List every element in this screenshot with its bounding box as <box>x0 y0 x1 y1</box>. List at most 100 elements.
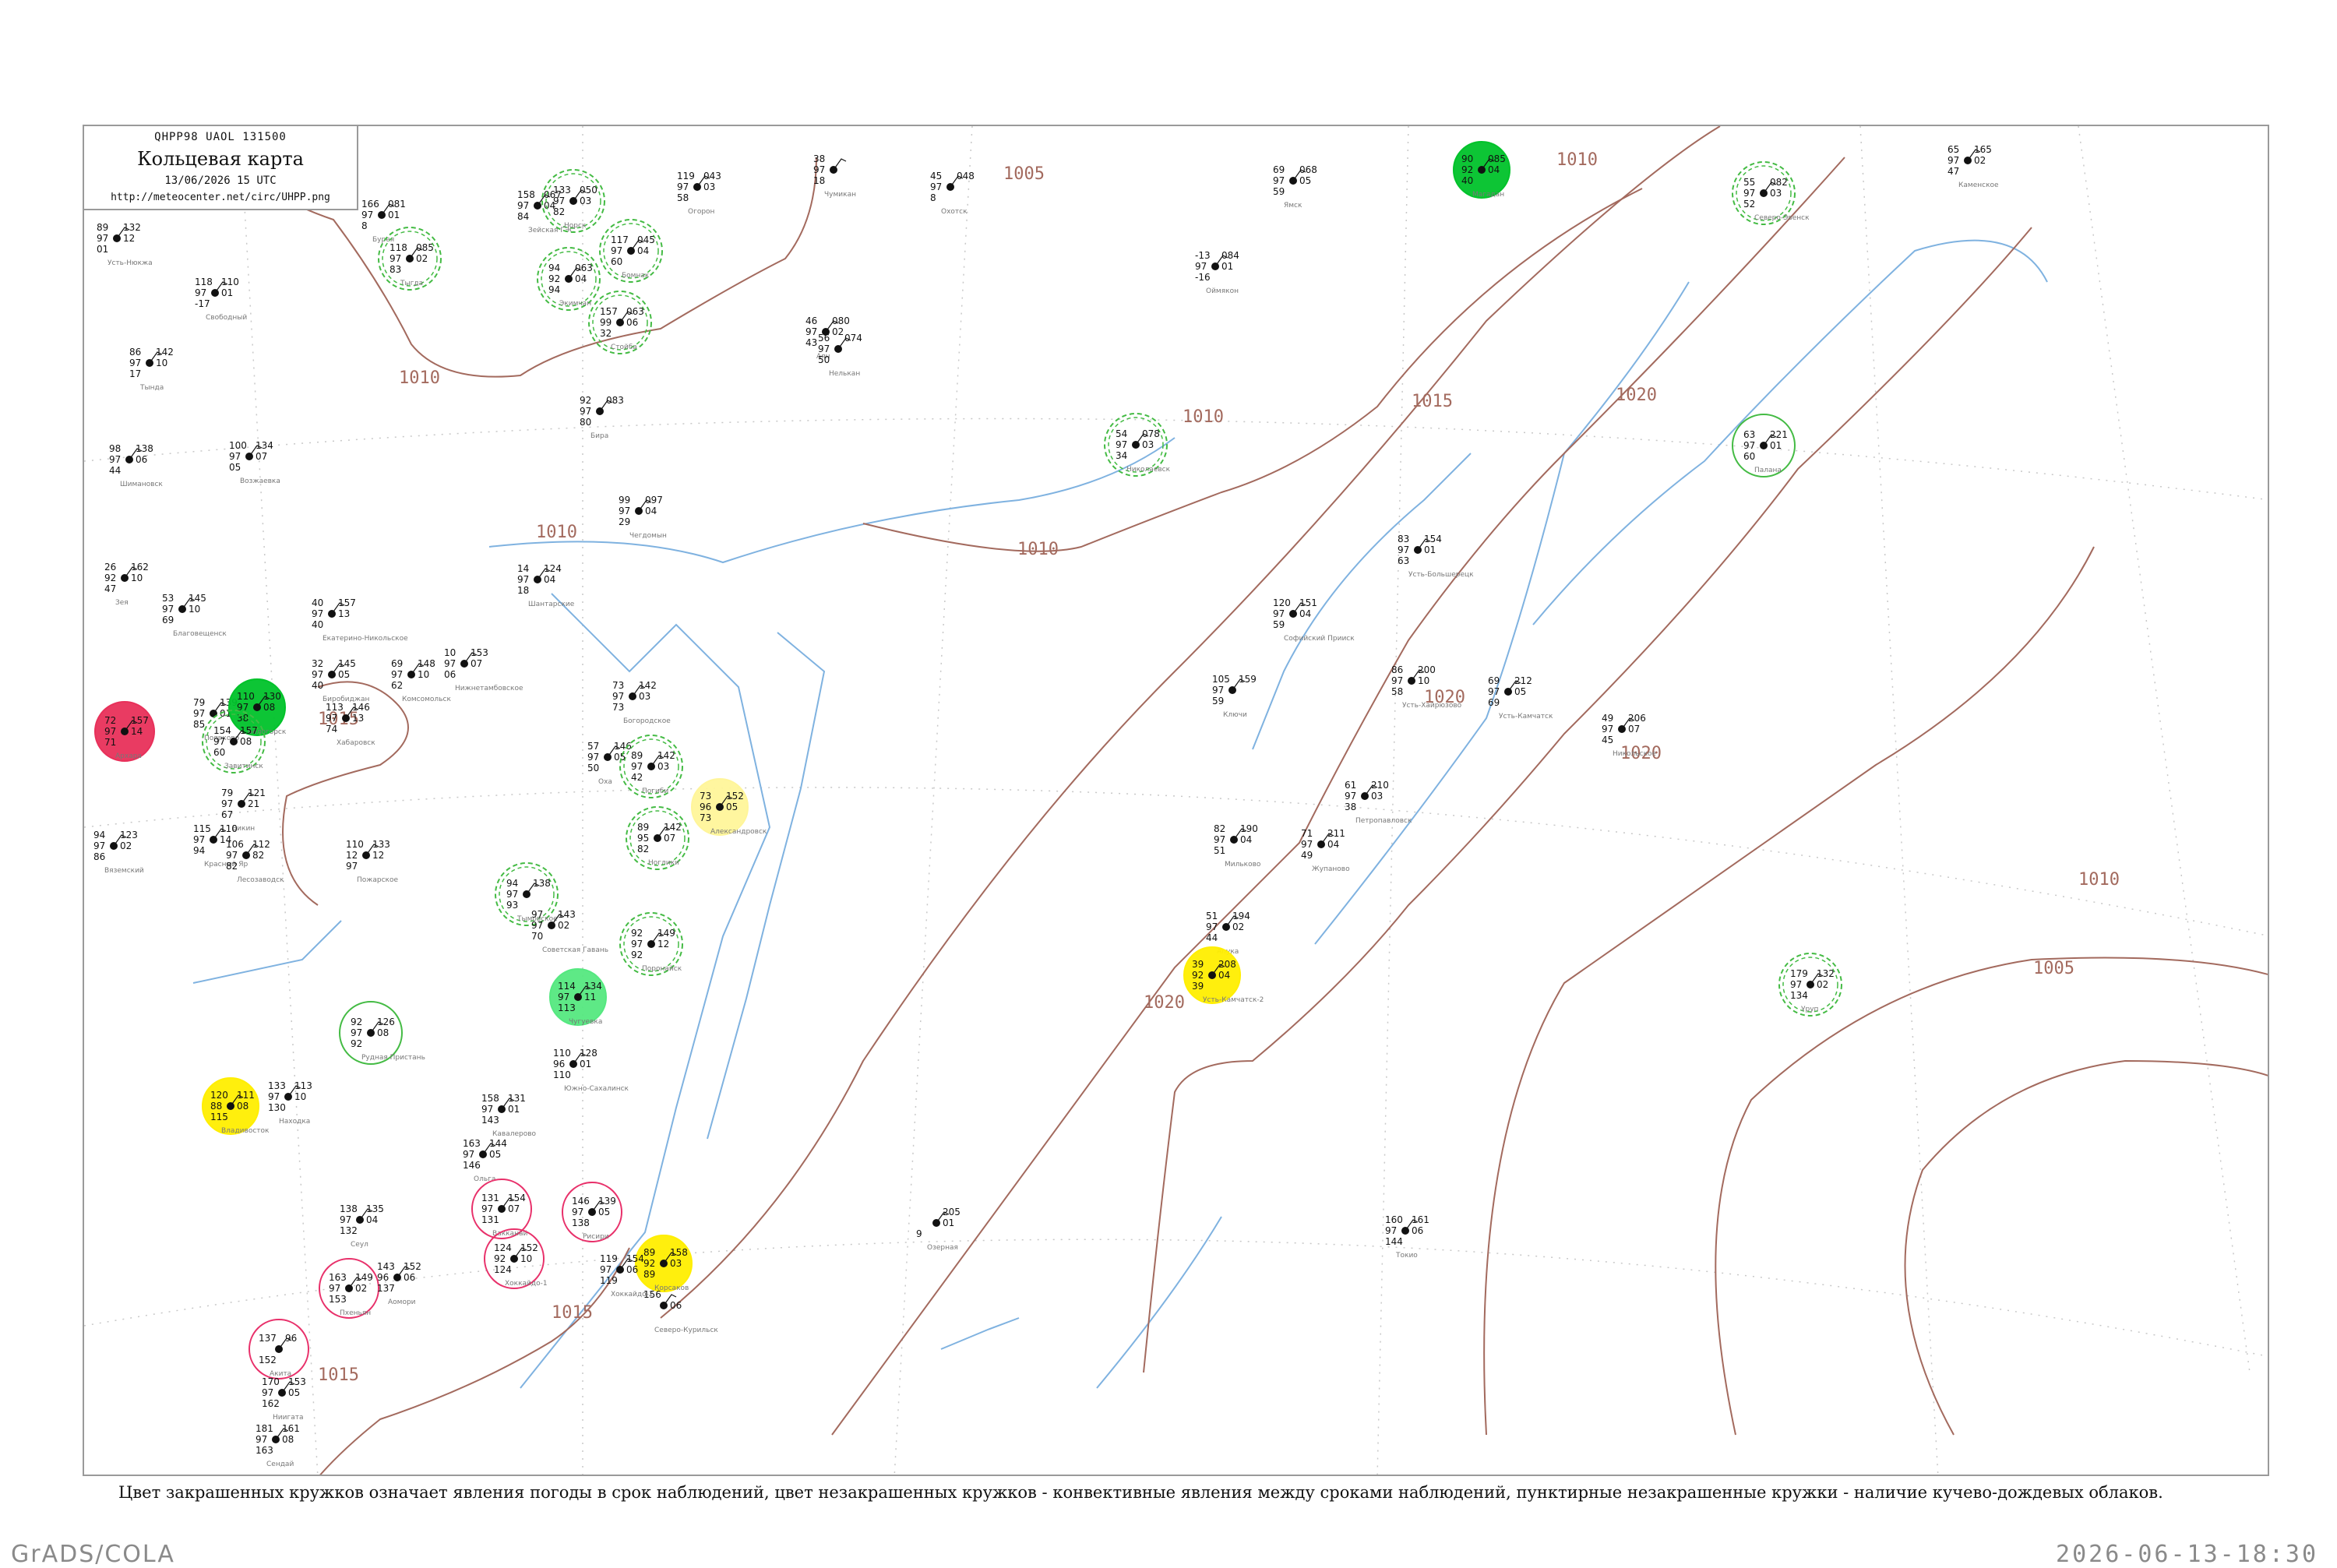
dewpoint-value: 94 <box>193 845 205 856</box>
render-timestamp: 2026-06-13-18:30 <box>2056 1541 2318 1568</box>
station-plot[interactable]: 110 13312 1297Пожарское <box>346 839 399 884</box>
station-plot[interactable]: 138 135 97 04 132 Сеул <box>340 1203 384 1249</box>
dewpoint-value: 47 <box>104 583 116 594</box>
visibility-value: 12 <box>346 850 358 861</box>
station-plot[interactable]: 57 14697 0550Оха <box>587 741 632 786</box>
station-plot[interactable]: 45 048 978 Охотск <box>930 171 975 216</box>
visibility-value: 97 <box>93 840 105 851</box>
station-layer[interactable]: 89 13297 1201Усть-Нюкжа 166 08197 018Бурея 118… <box>93 141 1999 1468</box>
visibility-value: 97 <box>1398 544 1409 555</box>
station-plot[interactable]: 158 131 97 01 143 Кавалерово <box>481 1093 537 1138</box>
dewpoint-value: 152 <box>259 1355 277 1365</box>
station-plot[interactable]: 146 139 97 05 138 Рисири <box>562 1182 622 1242</box>
station-plot[interactable]: 106 11297 8282Лесозаводск <box>226 839 284 884</box>
station-plot[interactable]: 157 063 99 06 32 Стойба <box>588 291 652 354</box>
station-plot[interactable]: 98 138 97 06 44 Шимановск <box>109 443 163 488</box>
station-plot[interactable]: 71 211 97 04 49 Жупаново <box>1301 828 1350 873</box>
station-plot[interactable]: 105 159 9759 Ключи <box>1212 674 1257 719</box>
station-plot[interactable]: 100 134 97 07 05 Возжаевка <box>229 440 280 485</box>
station-plot[interactable]: 94 123 97 02 86 Вяземский <box>93 830 144 875</box>
station-name: Ноглики <box>648 859 679 867</box>
station-plot[interactable]: 163 144 97 05 146 Ольга <box>463 1138 507 1183</box>
station-plot[interactable]: 56 074 9750 Нелькан <box>818 333 862 378</box>
station-plot[interactable]: 160 161 97 06 144 Токио <box>1385 1214 1429 1260</box>
station-plot[interactable]: 94 063 92 04 94 Экимчан <box>537 247 601 311</box>
station-plot[interactable]: 39 208 92 04 39 Усть-Камчатск-2 <box>1183 946 1264 1004</box>
temperature-value: 115 <box>193 823 211 834</box>
station-plot[interactable]: 54 078 97 03 34 Николаевск <box>1104 413 1171 477</box>
pressure-value: 149 <box>355 1272 373 1283</box>
station-plot[interactable]: 137 96152Акита <box>249 1319 309 1379</box>
station-plot[interactable]: 32 14597 0540Биробиджан <box>312 658 369 703</box>
dewpoint-value: 60 <box>1743 451 1755 462</box>
station-plot[interactable]: 82 190 97 04 51Мильково <box>1214 823 1261 869</box>
station-plot[interactable]: 15606Северо-Курильск <box>643 1289 718 1334</box>
station-plot[interactable]: 90 085 92 04 40 Магадан <box>1453 141 1510 199</box>
station-plot[interactable]: 119 043 97 03 58 Огорон <box>677 171 721 216</box>
station-plot[interactable]: 89 132 97 12 01Усть-Нюкжа <box>97 222 153 267</box>
tendency-value: 12 <box>657 939 669 950</box>
map-canvas[interactable]: 1005 1010 1010 1010 1010 1010 1015 1015 … <box>84 126 2269 1476</box>
station-plot[interactable]: 26 162 92 10 47 Зея <box>104 562 149 607</box>
station-plot[interactable]: 94 1389793Тымовское <box>495 862 559 926</box>
station-plot[interactable]: 163 149 97 02 153 Пхеньян <box>319 1258 379 1319</box>
visibility-value: 97 <box>600 1264 612 1275</box>
station-plot[interactable]: 40 15797 1340Екатерино-Никольское <box>312 597 408 643</box>
station-plot[interactable]: 110 13097 0838Белогорск <box>228 678 287 736</box>
station-plot[interactable]: 86 200 97 10 58 Усть-Хайрюзово <box>1391 664 1462 710</box>
station-plot[interactable]: 72 157 97 14 71 Архара <box>94 701 155 762</box>
station-plot[interactable]: 99 097 97 04 29 Чегдомын <box>619 495 667 540</box>
station-plot[interactable]: 20501 9 Озерная <box>916 1207 961 1252</box>
station-plot[interactable]: 114 134 97 11 113 Чугуевка <box>549 968 607 1026</box>
tendency-value: 05 <box>1514 686 1526 697</box>
station-plot[interactable]: 92 083 9780 Бира <box>580 395 624 440</box>
tendency-value: 02 <box>832 326 844 337</box>
station-plot[interactable]: 73 142 97 03 73 Богородское <box>612 680 671 725</box>
temperature-value: 38 <box>813 153 825 164</box>
station-plot[interactable]: 170 153 97 05 162 Ниигата <box>262 1376 306 1422</box>
station-plot[interactable]: 69 148 97 10 62 Комсомольск <box>391 658 451 703</box>
source-url[interactable]: http://meteocenter.net/circ/UHPP.png <box>84 192 357 203</box>
station-name: Рисири <box>583 1233 609 1241</box>
station-name: Стойба <box>611 344 637 351</box>
station-plot[interactable]: 133 113 97 10 130 Находка <box>268 1080 312 1126</box>
temperature-value: 131 <box>481 1193 499 1203</box>
station-plot[interactable]: -13 084 97 01 -16 Оймякон <box>1195 250 1239 295</box>
station-plot[interactable]: 73 152 96 05 73 Александровск <box>691 778 767 836</box>
pressure-value: 148 <box>418 658 435 669</box>
station-plot[interactable]: 181 161 97 08 163 Сендай <box>256 1423 300 1468</box>
dewpoint-value: 69 <box>1488 697 1500 708</box>
station-plot[interactable]: 120 111 88 08 115 Владивосток <box>202 1077 270 1135</box>
station-plot[interactable]: 69 212 97 05 69 Усть-Камчатск <box>1488 675 1553 721</box>
station-plot[interactable]: 92 126 97 08 92 Рудная Пристань <box>339 1001 425 1065</box>
station-plot[interactable]: 69 068 97 05 59 Ямск <box>1273 164 1317 210</box>
station-plot[interactable]: 49 206 97 07 45Никольское <box>1602 713 1657 758</box>
pressure-value: 190 <box>1240 823 1258 834</box>
station-plot[interactable]: 97 143 97 02 70 Советская Гавань <box>531 909 608 954</box>
station-plot[interactable]: 63 221 97 01 60 Палана <box>1732 414 1796 477</box>
station-plot[interactable]: 124 152 92 10 124 Хоккайдо-1 <box>484 1228 548 1289</box>
pressure-value: 151 <box>1299 597 1317 608</box>
station-plot[interactable]: 10 153 97 07 06 Нижнетамбовское <box>444 647 523 692</box>
station-plot[interactable]: 117 045 97 04 60Бомнак <box>599 219 663 283</box>
station-plot[interactable]: 83 154 97 01 63 Усть-Большерецк <box>1398 534 1474 579</box>
station-plot[interactable]: 53 145 97 10 69 Благовещенск <box>162 593 227 638</box>
station-plot[interactable]: 92 149 97 12 92 Поронайск <box>619 912 683 976</box>
temperature-value: 55 <box>1743 177 1755 188</box>
station-plot[interactable]: 65 165 97 02 47 Каменское <box>1948 144 1999 189</box>
temperature-value: 94 <box>506 878 518 889</box>
station-plot[interactable]: 14 124 97 04 18 Шантарские <box>517 563 575 608</box>
station-plot[interactable]: 389718 Чумикан <box>813 153 856 199</box>
station-plot[interactable]: 89 142 95 07 82 Ноглики <box>626 806 689 870</box>
station-plot[interactable]: 86 142 97 10 17 Тында <box>129 347 174 392</box>
temperature-value: 105 <box>1212 674 1230 685</box>
station-plot[interactable]: 179 132 97 02 134 Уруп <box>1778 953 1842 1017</box>
map-frame[interactable]: 1005 1010 1010 1010 1010 1010 1015 1015 … <box>83 125 2269 1476</box>
temperature-value: 158 <box>481 1093 499 1104</box>
station-plot[interactable]: 143 152 96 06 137 Аомори <box>377 1261 421 1306</box>
station-plot[interactable]: 55 082 97 03 52 Северо-Эвенск <box>1732 161 1810 225</box>
station-plot[interactable]: 61 210 97 03 38 Петропавловск <box>1345 780 1412 825</box>
station-plot[interactable]: 118 110 97 01 -17 Свободный <box>195 277 247 322</box>
station-plot[interactable]: 166 08197 018Бурея <box>361 199 406 244</box>
station-plot[interactable]: 110 128 96 01 110 Южно-Сахалинск <box>553 1048 629 1093</box>
